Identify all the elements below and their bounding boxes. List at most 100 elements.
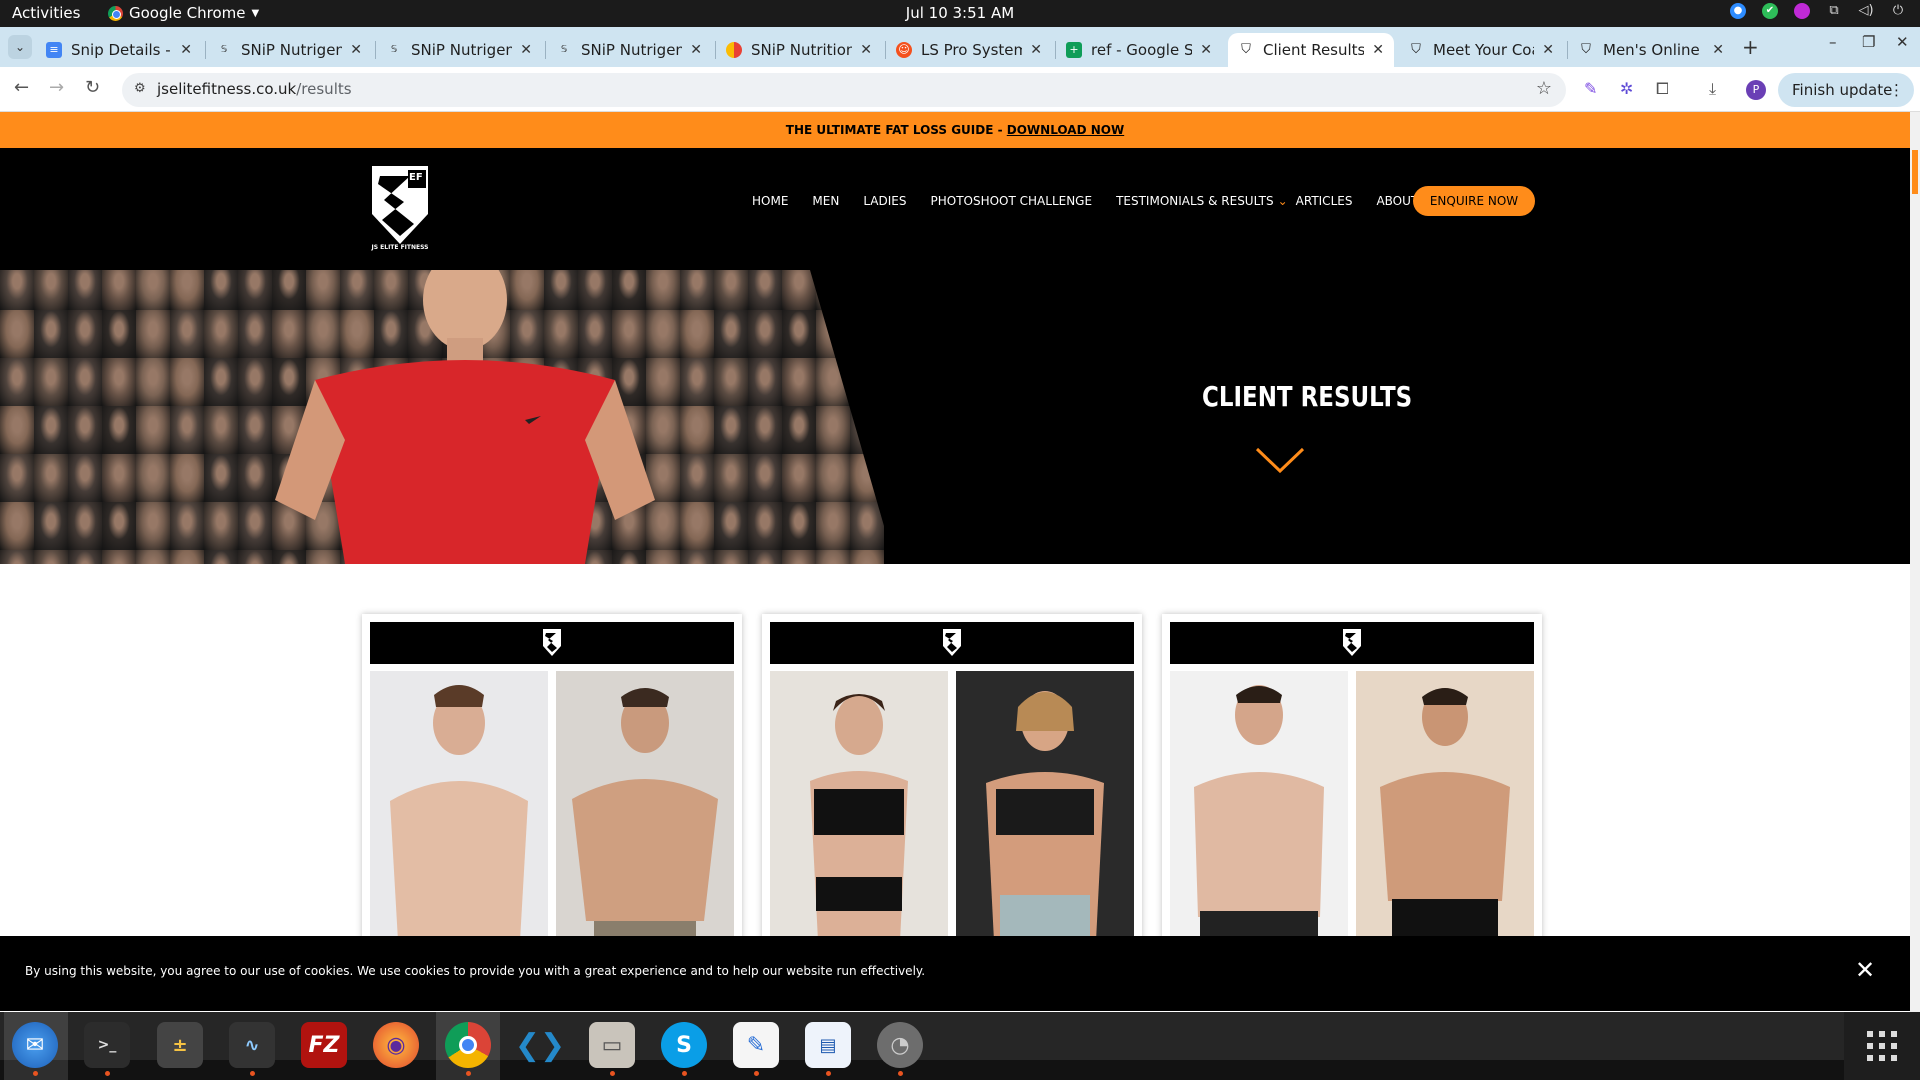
network-icon[interactable]: ⧉ [1826, 3, 1842, 19]
close-icon[interactable]: ✕ [1200, 42, 1212, 58]
clock[interactable]: Jul 10 3:51 AM [0, 4, 1920, 22]
site-header: EF JS ELITE FITNESS HOME MEN LADIES PHOT… [0, 148, 1910, 270]
collage-tile [170, 358, 204, 406]
tab-ls-pro-system[interactable]: ☺ LS Pro System ✕ [886, 33, 1052, 67]
tab-snip-details[interactable]: ≡ Snip Details - C ✕ [36, 33, 202, 67]
result-card[interactable] [762, 614, 1142, 954]
menu-about[interactable]: ABOUT [1376, 194, 1418, 208]
new-tab-button[interactable]: + [1742, 35, 1759, 59]
collage-tile [170, 502, 204, 550]
jsef-logo[interactable]: EF JS ELITE FITNESS [370, 164, 430, 254]
restore-icon[interactable]: ❐ [1862, 33, 1875, 51]
menu-articles[interactable]: ARTICLES [1296, 194, 1353, 208]
text-editor-icon[interactable]: ✎ [733, 1022, 779, 1076]
collage-tile [68, 406, 102, 454]
chevron-down-icon[interactable]: ⌄ [1278, 194, 1288, 208]
profile-avatar[interactable]: P [1746, 80, 1766, 100]
firefox-icon[interactable]: ◉ [373, 1022, 419, 1068]
tab-snip-nutrigen-3[interactable]: 𝕊 SNiP Nutrigen ✕ [546, 33, 712, 67]
calculator-icon[interactable]: ± [157, 1022, 203, 1068]
skype-icon[interactable]: S [661, 1022, 707, 1076]
system-monitor-icon[interactable]: ∿ [229, 1022, 275, 1076]
tab-mens-online-coaching[interactable]: ⛉ Men's Online C ✕ [1568, 33, 1734, 67]
tab-search-button[interactable]: ⌄ [8, 35, 32, 59]
url-text[interactable]: jselitefitness.co.uk/results [157, 80, 352, 98]
pen-extension-icon[interactable]: ✎ [1584, 79, 1597, 98]
tab-client-results[interactable]: ⛉ Client Results ✕ [1228, 33, 1394, 67]
tab-snip-nutrition[interactable]: SNiP Nutrition ✕ [716, 33, 882, 67]
chrome-icon[interactable] [445, 1022, 491, 1076]
menu-testimonials-results[interactable]: TESTIMONIALS & RESULTS [1116, 194, 1274, 208]
vscode-icon[interactable]: ❮❯ [515, 1022, 565, 1068]
collage-tile [782, 454, 816, 502]
menu-home[interactable]: HOME [752, 194, 788, 208]
page-scrollbar[interactable] [1910, 112, 1920, 1060]
download-now-link[interactable]: DOWNLOAD NOW [1007, 123, 1124, 137]
close-icon[interactable]: ✕ [1855, 956, 1875, 984]
download-icon[interactable]: ⤓ [1709, 79, 1716, 99]
collage-tile [850, 406, 884, 454]
before-photo [770, 671, 948, 941]
collage-tile [782, 358, 816, 406]
forward-icon[interactable]: → [49, 77, 64, 98]
menu-photoshoot-challenge[interactable]: PHOTOSHOOT CHALLENGE [930, 194, 1092, 208]
collage-tile [714, 270, 748, 310]
minimize-icon[interactable]: – [1829, 33, 1837, 51]
close-icon[interactable]: ✕ [350, 42, 362, 58]
extensions-puzzle-icon[interactable]: ⧠ [1656, 79, 1669, 99]
app-menu[interactable]: Google Chrome ▼ [108, 4, 259, 22]
collage-tile [136, 502, 170, 550]
tab-snip-nutrigen-1[interactable]: 𝕊 SNiP Nutrigen ✕ [206, 33, 372, 67]
color-ball-icon[interactable] [1794, 3, 1810, 19]
menu-men[interactable]: MEN [812, 194, 839, 208]
collage-tile [68, 310, 102, 358]
collage-tile [204, 406, 238, 454]
tab-snip-nutrigen-2[interactable]: 𝕊 SNiP Nutrigen ✕ [376, 33, 542, 67]
collage-tile [136, 454, 170, 502]
filezilla-icon[interactable]: FZ [301, 1022, 347, 1068]
result-card[interactable] [1162, 614, 1542, 954]
tab-meet-your-coach[interactable]: ⛉ Meet Your Coa ✕ [1398, 33, 1564, 67]
tab-title: Client Results [1263, 41, 1365, 59]
zoom-icon[interactable]: ● [1730, 3, 1746, 19]
web-page: THE ULTIMATE FAT LOSS GUIDE - DOWNLOAD N… [0, 112, 1910, 1060]
gear-extension-icon[interactable]: ✲ [1620, 79, 1633, 98]
site-info-icon[interactable]: ⚙ [134, 81, 146, 96]
thunderbird-icon[interactable]: ✉ [12, 1022, 58, 1076]
close-icon[interactable]: ✕ [520, 42, 532, 58]
close-icon[interactable]: ✕ [860, 42, 872, 58]
close-icon[interactable]: ✕ [180, 42, 192, 58]
ls-icon: ☺ [896, 42, 912, 58]
finish-update-button[interactable]: Finish update ⋮ [1778, 73, 1914, 107]
back-icon[interactable]: ← [14, 77, 29, 98]
tab-ref-google-sheets[interactable]: + ref - Google Sh ✕ [1056, 33, 1222, 67]
volume-icon[interactable]: ◁) [1858, 3, 1874, 19]
activities-button[interactable]: Activities [12, 4, 80, 22]
files-icon[interactable]: ▭ [589, 1022, 635, 1076]
collage-tile [204, 310, 238, 358]
close-icon[interactable]: ✕ [690, 42, 702, 58]
system-tray[interactable]: ● ✔ ⧉ ◁) ⏻ [1730, 3, 1906, 19]
close-window-icon[interactable]: ✕ [1896, 33, 1909, 51]
show-applications-button[interactable] [1844, 1012, 1920, 1080]
hero-banner: CLIENT RESULTS [0, 270, 1910, 564]
close-icon[interactable]: ✕ [1372, 42, 1384, 58]
terminal-icon[interactable]: >_ [84, 1022, 130, 1076]
snip-icon: 𝕊 [390, 44, 398, 55]
disk-utility-icon[interactable]: ◔ [877, 1022, 923, 1076]
address-bar[interactable]: ⚙ jselitefitness.co.uk/results ☆ [122, 73, 1566, 107]
power-icon[interactable]: ⏻ [1890, 3, 1906, 19]
reload-icon[interactable]: ↻ [85, 77, 100, 98]
collage-tile [170, 310, 204, 358]
close-icon[interactable]: ✕ [1712, 42, 1724, 58]
enquire-now-button[interactable]: ENQUIRE NOW [1413, 186, 1535, 216]
result-card[interactable] [362, 614, 742, 954]
bookmark-star-icon[interactable]: ☆ [1536, 78, 1552, 99]
libreoffice-writer-icon[interactable]: ▤ [805, 1022, 851, 1076]
menu-ladies[interactable]: LADIES [863, 194, 906, 208]
chevron-down-icon[interactable] [1255, 445, 1305, 475]
close-icon[interactable]: ✕ [1030, 42, 1042, 58]
checkmark-shield-icon[interactable]: ✔ [1762, 3, 1778, 19]
close-icon[interactable]: ✕ [1542, 42, 1554, 58]
scrollbar-thumb[interactable] [1912, 150, 1918, 194]
